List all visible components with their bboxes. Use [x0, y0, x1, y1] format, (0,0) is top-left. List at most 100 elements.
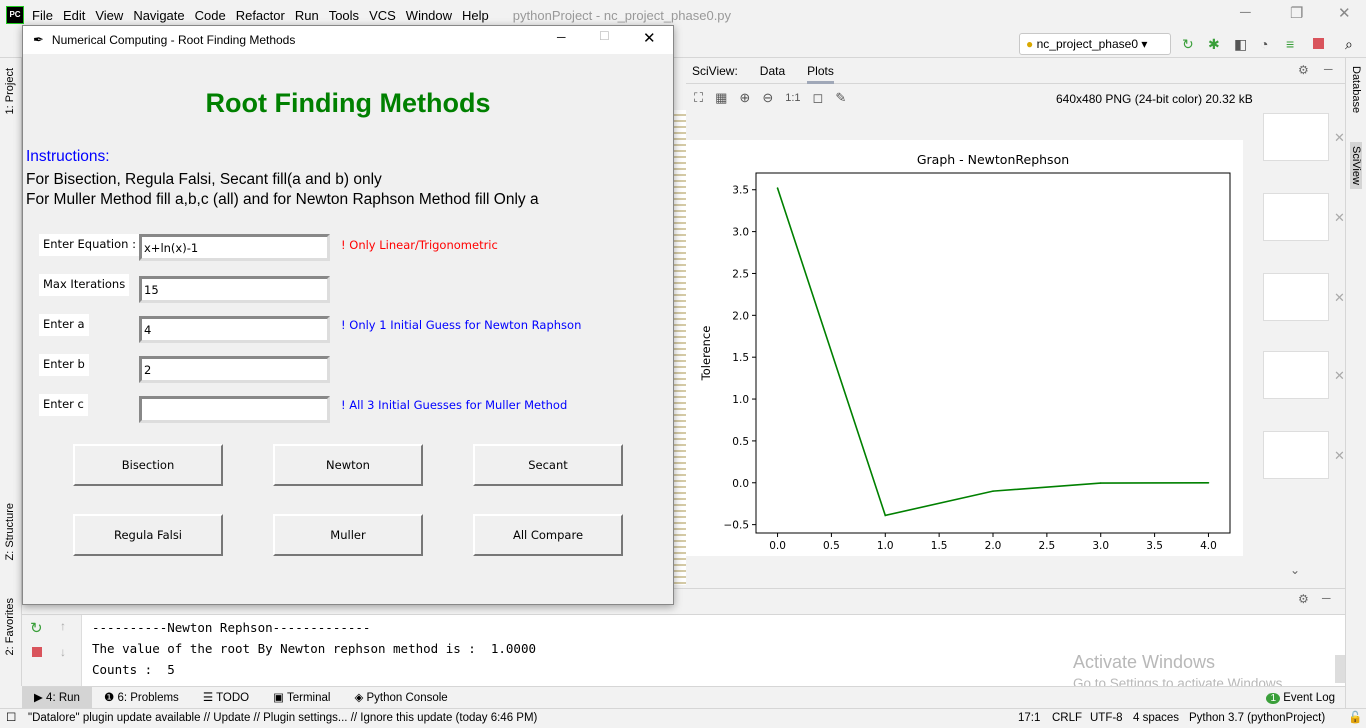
maximize-icon[interactable]: ☐ [599, 29, 610, 43]
gear-icon[interactable]: ⚙ [1298, 592, 1309, 606]
b-input[interactable] [139, 356, 330, 383]
close-thumbnail-icon[interactable]: ✕ [1334, 290, 1345, 306]
plot-thumbnail[interactable] [1263, 273, 1329, 321]
hide-icon[interactable]: ─ [1324, 62, 1333, 76]
close-thumbnail-icon[interactable]: ✕ [1334, 368, 1345, 384]
bisection-button[interactable]: Bisection [73, 444, 223, 486]
minimize-icon[interactable]: ─ [557, 30, 566, 44]
menu-vcs[interactable]: VCS [369, 8, 396, 23]
actual-size-button[interactable]: 1:1 [785, 92, 800, 104]
plot-thumbnail[interactable] [1263, 113, 1329, 161]
menu-help[interactable]: Help [462, 8, 489, 23]
menu-navigate[interactable]: Navigate [133, 8, 184, 23]
y-tick-label: 0.0 [732, 478, 749, 490]
zoom-in-icon[interactable]: ⊕ [739, 90, 750, 106]
close-icon[interactable]: ✕ [643, 29, 656, 47]
menu-tools[interactable]: Tools [329, 8, 359, 23]
plot-thumbnail[interactable] [1263, 431, 1329, 479]
status-toggle-icon[interactable]: ☐ [6, 709, 16, 728]
status-message[interactable]: "Datalore" plugin update available // Up… [28, 709, 537, 728]
dialog-titlebar: ✒ Numerical Computing - Root Finding Met… [23, 26, 673, 54]
secant-button[interactable]: Secant [473, 444, 623, 486]
close-icon[interactable]: ✕ [1338, 4, 1351, 22]
regula-falsi-button[interactable]: Regula Falsi [73, 514, 223, 556]
hide-icon[interactable]: ─ [1322, 591, 1331, 605]
tab-favorites[interactable]: 2: Favorites [4, 598, 16, 655]
muller-button[interactable]: Muller [273, 514, 423, 556]
interpreter[interactable]: Python 3.7 (pythonProject) [1189, 709, 1325, 728]
tool-window-tabs: ▶ 4: Run ❶ 6: Problems ☰ TODO ▣ Terminal… [22, 686, 1345, 709]
rerun-icon[interactable]: ↻ [1182, 36, 1194, 53]
indent[interactable]: 4 spaces [1133, 709, 1179, 728]
color-picker-icon[interactable]: ✎ [835, 90, 846, 106]
zoom-out-icon[interactable]: ⊖ [762, 90, 773, 106]
tab-plots[interactable]: Plots [807, 64, 834, 84]
encoding[interactable]: UTF-8 [1090, 709, 1123, 728]
tab-terminal[interactable]: ▣ Terminal [261, 687, 342, 709]
y-axis-label: Tolerence [699, 326, 713, 382]
menu-edit[interactable]: Edit [63, 8, 85, 23]
event-log-button[interactable]: 1 Event Log [1266, 692, 1335, 704]
max-iterations-label: Max Iterations [39, 274, 130, 296]
console-output[interactable]: ----------Newton Rephson------------- The… [92, 617, 536, 680]
down-arrow-icon[interactable]: ↓ [60, 645, 66, 659]
tab-database[interactable]: Database [1350, 66, 1362, 113]
menu-window[interactable]: Window [406, 8, 452, 23]
tab-problems[interactable]: ❶ 6: Problems [92, 687, 191, 709]
background-icon[interactable]: ◻ [813, 90, 824, 106]
data-point [776, 187, 779, 189]
cursor-position[interactable]: 17:1 [1018, 709, 1040, 728]
tab-structure[interactable]: Z: Structure [4, 503, 16, 560]
run-config-label: nc_project_phase0 [1036, 37, 1139, 51]
minimize-icon[interactable]: ─ [1240, 4, 1251, 21]
run-config-select[interactable]: ● nc_project_phase0 ▾ [1019, 33, 1171, 55]
chevron-down-icon: ▾ [1141, 37, 1148, 51]
fit-icon[interactable]: ⛶ [694, 90, 703, 106]
gear-icon[interactable]: ⚙ [1298, 63, 1309, 77]
menu-view[interactable]: View [95, 8, 123, 23]
all-compare-button[interactable]: All Compare [473, 514, 623, 556]
stop-icon[interactable] [32, 647, 42, 657]
newton-button[interactable]: Newton [273, 444, 423, 486]
restore-icon[interactable]: ❐ [1290, 4, 1303, 22]
close-thumbnail-icon[interactable]: ✕ [1334, 130, 1345, 146]
tab-data[interactable]: Data [760, 64, 785, 78]
c-input[interactable] [139, 396, 330, 423]
line-separator[interactable]: CRLF [1052, 709, 1082, 728]
close-thumbnail-icon[interactable]: ✕ [1334, 210, 1345, 226]
up-arrow-icon[interactable]: ↑ [60, 619, 66, 633]
close-thumbnail-icon[interactable]: ✕ [1334, 448, 1345, 464]
plot-thumbnail[interactable] [1263, 193, 1329, 241]
scrollbar[interactable] [1335, 655, 1345, 683]
tab-todo[interactable]: ☰ TODO [191, 687, 261, 709]
tab-run[interactable]: ▶ 4: Run [22, 686, 92, 709]
menu-run[interactable]: Run [295, 8, 319, 23]
data-point [1207, 481, 1210, 484]
search-icon[interactable]: ⌕ [1345, 36, 1353, 53]
ide-title: pythonProject - nc_project_phase0.py [512, 7, 732, 23]
root-finding-dialog: ✒ Numerical Computing - Root Finding Met… [22, 25, 674, 605]
chevron-down-icon[interactable]: ⌄ [1290, 563, 1300, 577]
coverage-icon[interactable]: ◧ [1234, 36, 1247, 53]
tab-python-console[interactable]: ◈ Python Console [342, 687, 459, 709]
y-tick-label: 0.5 [732, 436, 749, 448]
plot-thumbnail[interactable] [1263, 351, 1329, 399]
console-line: ----------Newton Rephson------------- [92, 620, 371, 635]
lock-icon[interactable]: 🔓 [1348, 709, 1362, 728]
menu-refactor[interactable]: Refactor [236, 8, 285, 23]
equation-input[interactable] [139, 234, 330, 261]
x-tick-label: 3.5 [1146, 540, 1163, 552]
feather-icon: ✒ [33, 32, 44, 47]
profile-icon[interactable]: ◔ [1260, 36, 1268, 52]
grid-icon[interactable]: ▦ [715, 90, 727, 106]
menu-file[interactable]: File [32, 8, 53, 23]
run-concurrent-icon[interactable]: ≡ [1286, 36, 1294, 52]
a-input[interactable] [139, 316, 330, 343]
max-iterations-input[interactable] [139, 276, 330, 303]
stop-icon[interactable] [1313, 38, 1324, 49]
menu-code[interactable]: Code [195, 8, 226, 23]
debug-icon[interactable]: ✱ [1208, 36, 1220, 53]
tab-project[interactable]: 1: Project [4, 68, 16, 114]
tab-sciview[interactable]: SciView [1350, 142, 1362, 189]
rerun-icon[interactable]: ↻ [30, 619, 43, 637]
